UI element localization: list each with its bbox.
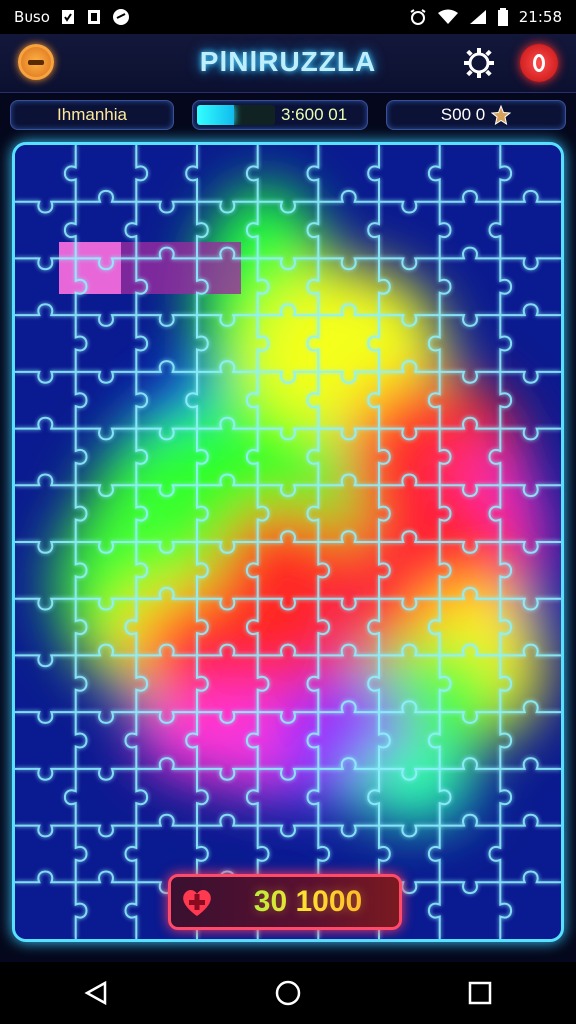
signal-icon (469, 9, 487, 25)
back-button[interactable] (76, 973, 116, 1013)
progress-bar (197, 105, 275, 125)
score-label: S00 0 (440, 105, 486, 124)
home-icon (275, 980, 301, 1006)
star-icon (491, 105, 512, 125)
status-bar: Bᴜѕо 21:58 (0, 0, 576, 34)
back-icon (84, 980, 107, 1006)
settings-button[interactable] (460, 44, 498, 82)
level-label: Ihmanhia (57, 105, 127, 124)
record-icon (533, 54, 545, 72)
level-pill: Ihmanhia (10, 100, 174, 130)
info-bar: Ihmanhia 3:600 01 S00 0 (0, 96, 576, 136)
record-button[interactable] (520, 44, 558, 82)
timer-text: 3:600 01 (281, 105, 348, 124)
wifi-icon (437, 9, 459, 25)
notification-icon (112, 8, 130, 26)
status-right: 21:58 (409, 8, 562, 26)
navigation-bar (0, 962, 576, 1024)
game-header: PlNlRUZZLA (0, 34, 576, 93)
score-pill: S00 0 (386, 100, 566, 130)
progress-fill (197, 105, 235, 125)
alarm-icon (409, 8, 427, 26)
score-value: 30 1000 (217, 885, 399, 919)
score-button[interactable]: 30 1000 (168, 874, 402, 930)
puzzle-image (15, 145, 561, 939)
gear-icon (464, 48, 494, 78)
health-plus-icon (177, 882, 217, 922)
home-button[interactable] (268, 973, 308, 1013)
status-left: Bᴜѕо (14, 8, 130, 26)
clipboard-icon (60, 9, 76, 25)
status-time: 21:58 (518, 8, 562, 26)
recents-icon (468, 981, 492, 1005)
recents-button[interactable] (460, 973, 500, 1013)
puzzle-board[interactable] (12, 142, 564, 942)
app-icon (86, 9, 102, 25)
timer-pill: 3:600 01 (192, 100, 368, 130)
battery-icon (497, 8, 509, 26)
status-app-label: Bᴜѕо (14, 8, 50, 26)
